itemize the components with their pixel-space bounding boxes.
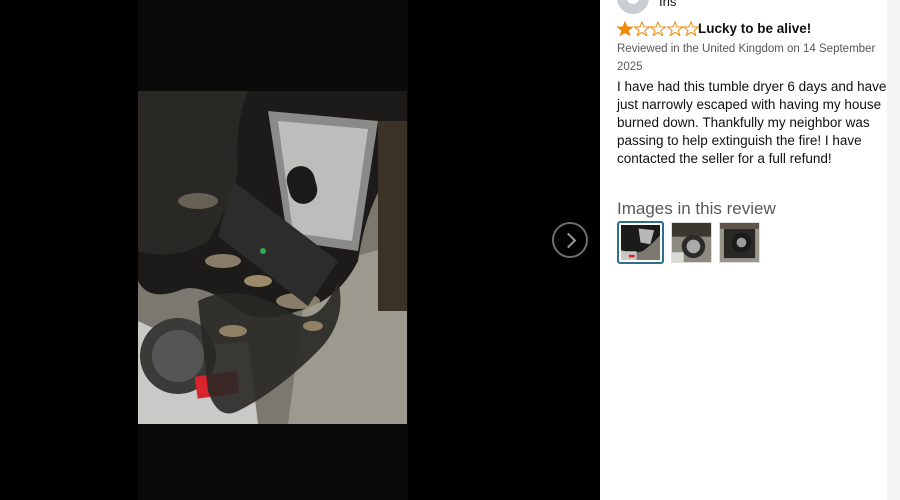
reviewer-name[interactable]: Iris — [659, 0, 676, 9]
images-section-heading: Images in this review — [617, 199, 776, 218]
star-filled-icon — [617, 21, 633, 36]
review-image-thumbnail[interactable] — [617, 221, 664, 264]
star-empty-icon — [683, 21, 699, 36]
next-image-button[interactable] — [552, 222, 588, 258]
chevron-right-icon — [560, 232, 577, 248]
star-rating[interactable] — [617, 21, 700, 37]
review-text: I have had this tumble dryer 6 days and … — [617, 79, 887, 166]
review-photo-burned-dryer — [138, 91, 407, 424]
review-image-thumbnail[interactable] — [671, 222, 712, 263]
review-image-thumbnail[interactable] — [719, 222, 760, 263]
star-empty-icon — [650, 21, 666, 36]
star-empty-icon — [633, 21, 650, 36]
thumbnail-strip — [617, 221, 767, 264]
review-date: Reviewed in the United Kingdom on 14 Sep… — [617, 43, 876, 73]
star-empty-icon — [666, 21, 683, 36]
review-title: Lucky to be alive! — [698, 21, 812, 36]
